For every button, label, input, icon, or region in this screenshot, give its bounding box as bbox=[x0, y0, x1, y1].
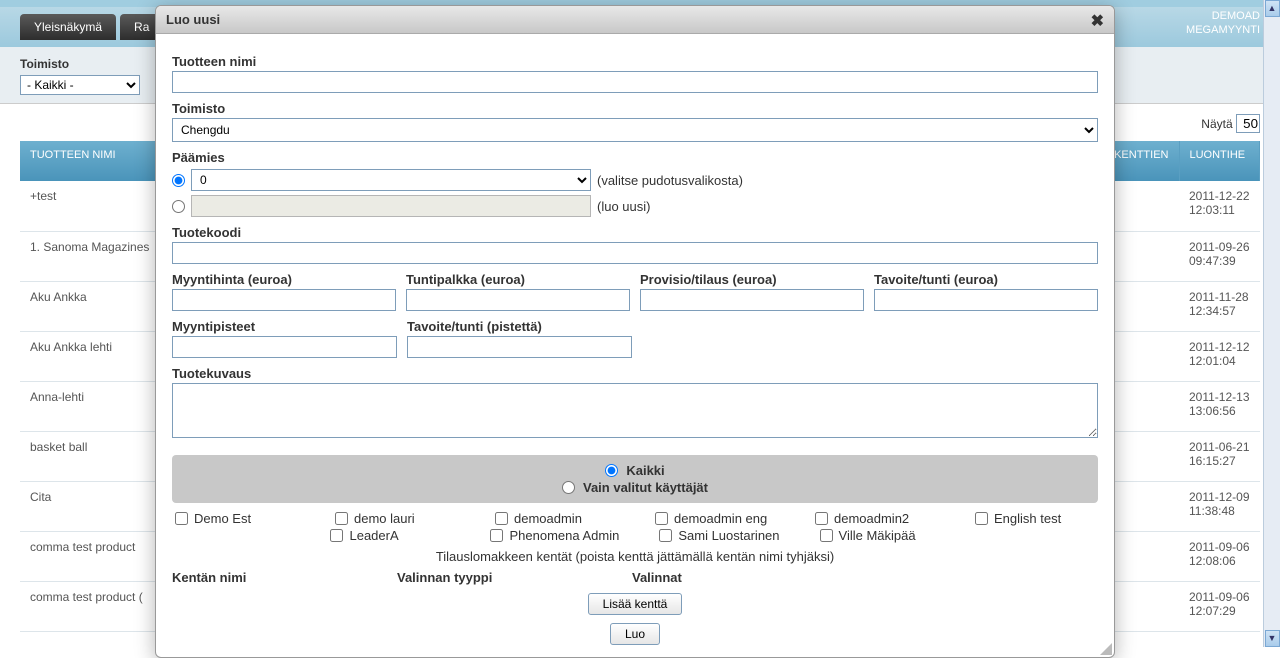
user-checkbox[interactable]: LeaderA bbox=[330, 528, 450, 543]
label-product-code: Tuotekoodi bbox=[172, 225, 1098, 240]
visibility-all-label: Kaikki bbox=[626, 463, 664, 478]
label-sale-price: Myyntihinta (euroa) bbox=[172, 272, 396, 287]
product-code-input[interactable] bbox=[172, 242, 1098, 264]
sale-price-input[interactable] bbox=[172, 289, 396, 311]
user-checkbox[interactable]: Demo Est bbox=[175, 511, 295, 526]
user-checkbox-input[interactable] bbox=[975, 512, 988, 525]
principal-select[interactable]: 0 bbox=[191, 169, 591, 191]
header-user-info: DEMOAD MEGAMYYNTI bbox=[1186, 9, 1260, 37]
points-input[interactable] bbox=[172, 336, 397, 358]
label-commission: Provisio/tilaus (euroa) bbox=[640, 272, 864, 287]
commission-input[interactable] bbox=[640, 289, 864, 311]
target-pts-input[interactable] bbox=[407, 336, 632, 358]
visibility-box: Kaikki Vain valitut käyttäjät bbox=[172, 455, 1098, 503]
cell-created: 2011-09-0612:08:06 bbox=[1179, 531, 1260, 581]
user-checkbox-input[interactable] bbox=[820, 529, 833, 542]
visibility-all-radio[interactable] bbox=[605, 464, 618, 477]
visibility-selected-radio[interactable] bbox=[562, 481, 575, 494]
cell-created: 2011-06-2116:15:27 bbox=[1179, 431, 1260, 481]
user-checkbox-input[interactable] bbox=[495, 512, 508, 525]
user-checkbox-input[interactable] bbox=[655, 512, 668, 525]
label-office: Toimisto bbox=[172, 101, 1098, 116]
user-checkbox-input[interactable] bbox=[335, 512, 348, 525]
user-checkbox[interactable]: Phenomena Admin bbox=[490, 528, 619, 543]
cell-created: 2011-09-0612:07:29 bbox=[1179, 581, 1260, 631]
user-checkbox[interactable]: Sami Luostarinen bbox=[659, 528, 779, 543]
label-product-name: Tuotteen nimi bbox=[172, 54, 1098, 69]
label-target-pts: Tavoite/tunti (pistettä) bbox=[407, 319, 632, 334]
label-description: Tuotekuvaus bbox=[172, 366, 1098, 381]
user-checkbox[interactable]: demoadmin2 bbox=[815, 511, 935, 526]
form-fields-note: Tilauslomakkeen kentät (poista kenttä jä… bbox=[172, 549, 1098, 564]
cell-created: 2011-09-2609:47:39 bbox=[1179, 231, 1260, 281]
user-checkbox[interactable]: demoadmin eng bbox=[655, 511, 775, 526]
create-button[interactable]: Luo bbox=[610, 623, 660, 645]
target-eur-input[interactable] bbox=[874, 289, 1098, 311]
principal-new-radio[interactable] bbox=[172, 200, 185, 213]
user-checkbox[interactable]: demoadmin bbox=[495, 511, 615, 526]
cell-created: 2011-11-2812:34:57 bbox=[1179, 281, 1260, 331]
user-checkbox-input[interactable] bbox=[815, 512, 828, 525]
user-checkbox-input[interactable] bbox=[659, 529, 672, 542]
col-header-field-name: Kentän nimi bbox=[172, 570, 397, 585]
modal-titlebar[interactable]: Luo uusi ✖ bbox=[156, 6, 1114, 34]
principal-dropdown-hint: (valitse pudotusvalikosta) bbox=[597, 173, 743, 188]
label-principal: Päämies bbox=[172, 150, 1098, 165]
description-textarea[interactable] bbox=[172, 383, 1098, 438]
cell-created: 2011-12-2212:03:11 bbox=[1179, 181, 1260, 231]
user-checkbox-input[interactable] bbox=[175, 512, 188, 525]
resize-handle-icon[interactable] bbox=[1098, 641, 1112, 655]
col-header-selections: Valinnat bbox=[632, 570, 832, 585]
principal-new-input bbox=[191, 195, 591, 217]
col-created[interactable]: LUONTIHE bbox=[1179, 141, 1260, 181]
col-header-selection-type: Valinnan tyyppi bbox=[397, 570, 632, 585]
label-points: Myyntipisteet bbox=[172, 319, 397, 334]
filter-office-select[interactable]: - Kaikki - bbox=[20, 75, 140, 95]
modal-title-text: Luo uusi bbox=[166, 12, 220, 27]
cell-created: 2011-12-1212:01:04 bbox=[1179, 331, 1260, 381]
product-name-input[interactable] bbox=[172, 71, 1098, 93]
create-product-modal: Luo uusi ✖ Tuotteen nimi Toimisto Chengd… bbox=[155, 5, 1115, 658]
user-checkbox[interactable]: English test bbox=[975, 511, 1095, 526]
user-checkbox-input[interactable] bbox=[330, 529, 343, 542]
show-label: Näytä bbox=[1201, 117, 1232, 131]
hourly-input[interactable] bbox=[406, 289, 630, 311]
label-target-eur: Tavoite/tunti (euroa) bbox=[874, 272, 1098, 287]
scroll-down-icon[interactable]: ▼ bbox=[1265, 630, 1280, 647]
user-checkbox-input[interactable] bbox=[490, 529, 503, 542]
tab-overview[interactable]: Yleisnäkymä bbox=[20, 14, 116, 40]
visibility-selected-label: Vain valitut käyttäjät bbox=[583, 480, 708, 495]
show-count-input[interactable] bbox=[1236, 114, 1260, 133]
close-icon[interactable]: ✖ bbox=[1091, 11, 1104, 31]
cell-created: 2011-12-1313:06:56 bbox=[1179, 381, 1260, 431]
cell-created: 2011-12-0911:38:48 bbox=[1179, 481, 1260, 531]
user-checkboxes: Demo Est demo lauri demoadmin demoadmin … bbox=[172, 511, 1098, 543]
add-field-button[interactable]: Lisää kenttä bbox=[588, 593, 683, 615]
page-scrollbar[interactable]: ▲ ▼ bbox=[1263, 0, 1280, 647]
label-hourly: Tuntipalkka (euroa) bbox=[406, 272, 630, 287]
user-checkbox[interactable]: demo lauri bbox=[335, 511, 455, 526]
scroll-up-icon[interactable]: ▲ bbox=[1265, 0, 1280, 17]
office-select[interactable]: Chengdu bbox=[172, 118, 1098, 142]
user-checkbox[interactable]: Ville Mäkipää bbox=[820, 528, 940, 543]
principal-existing-radio[interactable] bbox=[172, 174, 185, 187]
principal-new-hint: (luo uusi) bbox=[597, 199, 650, 214]
